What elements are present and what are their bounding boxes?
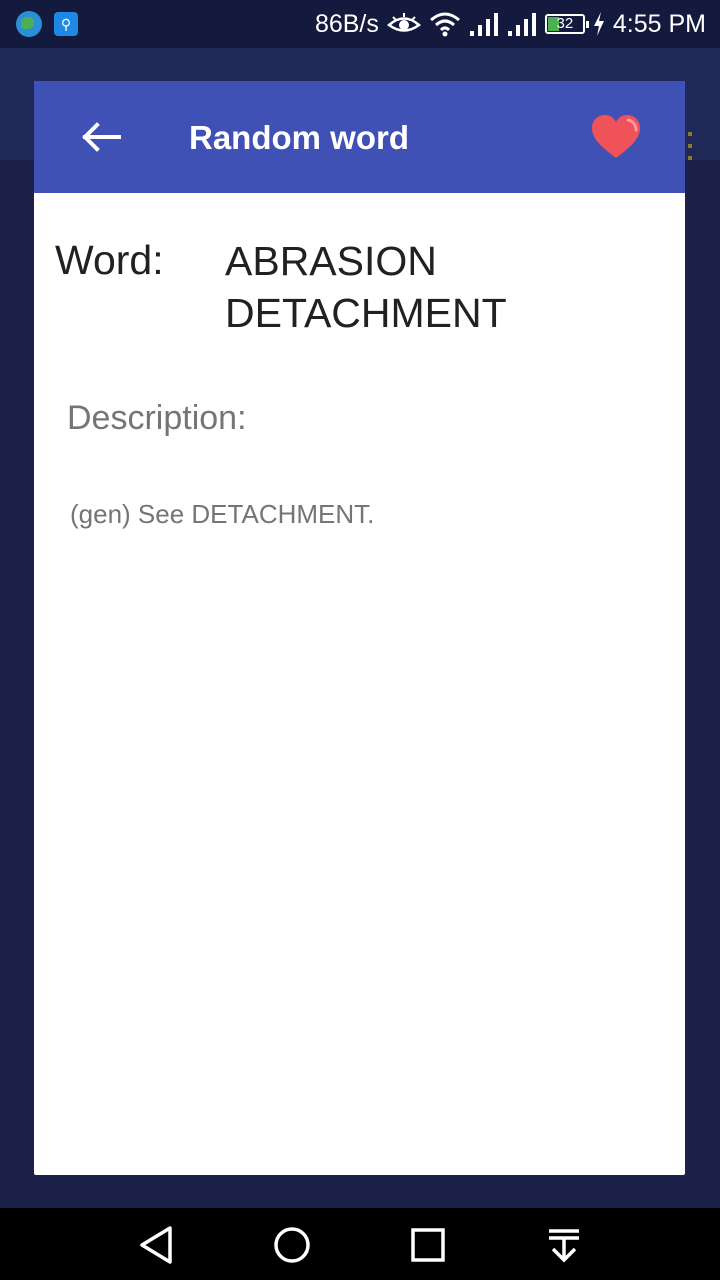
- eye-icon: [386, 13, 421, 32]
- nav-back-button[interactable]: [132, 1222, 180, 1268]
- recents-icon: [411, 1228, 445, 1262]
- home-icon: [274, 1227, 310, 1263]
- heart-icon: [592, 115, 640, 158]
- clock: 4:55 PM: [612, 9, 706, 38]
- random-word-dialog: Random word Word: ABRASION DETACHMENT De…: [34, 81, 685, 1175]
- dialog-title: Random word: [189, 119, 409, 156]
- nav-home-button[interactable]: [268, 1222, 316, 1268]
- word-value: ABRASION DETACHMENT: [225, 238, 507, 336]
- battery-icon: 32: [544, 14, 589, 34]
- signal-icon: [507, 13, 536, 36]
- status-bar: ⚲ 86B/s 32 4:55 PM: [0, 0, 720, 48]
- word-label: Word:: [55, 237, 164, 283]
- navigation-bar: [0, 1208, 720, 1280]
- usb-icon: ⚲: [54, 12, 78, 36]
- back-button[interactable]: [72, 109, 130, 165]
- battery-level: 32: [556, 15, 574, 32]
- charging-icon: [593, 12, 604, 36]
- overflow-menu-icon: [688, 132, 692, 168]
- arrow-left-icon: [82, 122, 121, 152]
- description-label: Description:: [67, 399, 247, 437]
- globe-icon: [16, 11, 42, 37]
- favorite-button[interactable]: [586, 109, 646, 165]
- nav-notification-button[interactable]: [540, 1222, 588, 1268]
- network-speed: 86B/s: [314, 9, 379, 38]
- description-value: (gen) See DETACHMENT.: [70, 499, 375, 529]
- signal-icon: [469, 13, 498, 36]
- notification-pull-icon: [549, 1229, 579, 1263]
- nav-recents-button[interactable]: [404, 1222, 452, 1268]
- back-icon: [140, 1226, 172, 1264]
- dialog-header: Random word: [34, 81, 685, 193]
- wifi-icon: [429, 12, 460, 37]
